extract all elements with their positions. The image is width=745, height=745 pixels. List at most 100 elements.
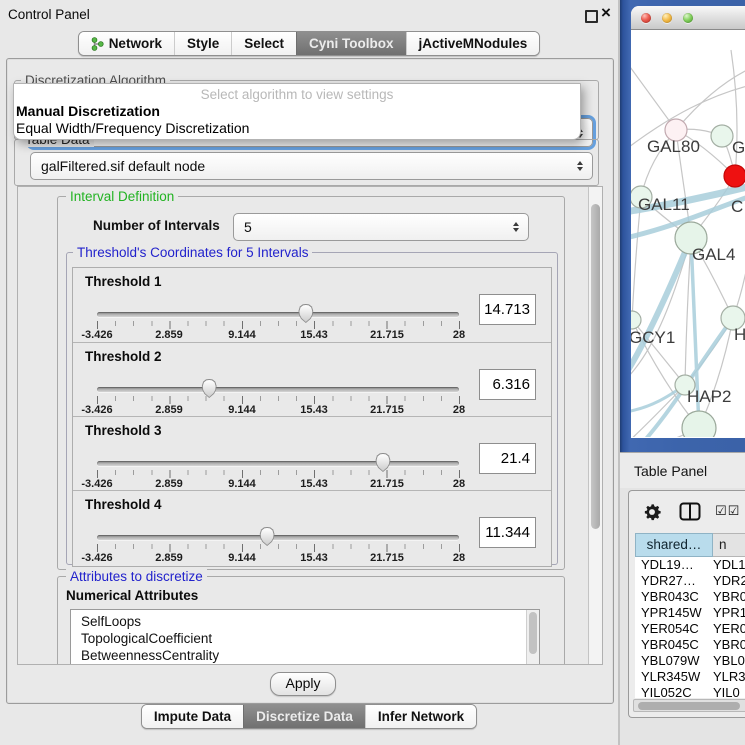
dropdown-option-equal-width[interactable]: Equal Width/Frequency Discretization <box>16 120 249 136</box>
tick-label: 15.43 <box>300 329 328 341</box>
threshold-4-value-field[interactable]: 11.344 <box>479 517 536 548</box>
threshold-rows: Threshold 1 -3.426 2.859 9.144 15.43 21.… <box>72 267 552 567</box>
tab-cyni-toolbox[interactable]: Cyni Toolbox <box>296 32 406 55</box>
interval-definition-title: Interval Definition <box>66 189 178 204</box>
numerical-attributes-list: SelfLoops TopologicalCoefficient Between… <box>70 609 540 665</box>
dropdown-option-manual[interactable]: Manual Discretization <box>16 103 160 119</box>
table-data-combobox[interactable]: galFiltered.sif default node <box>30 152 593 180</box>
network-canvas[interactable]: GAL80 G GAL11 GAL4 C GCY1 H HAP2 <box>631 30 745 437</box>
tick-label: 2.859 <box>155 552 183 564</box>
threshold-row-4: Threshold 4 -3.426 2.859 9.144 15.43 21.… <box>73 490 551 564</box>
tab-network-label: Network <box>109 36 162 51</box>
combo-stepper-icon <box>577 161 583 171</box>
settings-scrollbar-thumb[interactable] <box>591 204 600 529</box>
tab-impute-data[interactable]: Impute Data <box>142 705 243 728</box>
tab-style[interactable]: Style <box>174 32 231 55</box>
threshold-3-value-field[interactable]: 21.4 <box>479 443 536 474</box>
node-label-gal4: GAL4 <box>692 245 735 264</box>
tick-label: 21.715 <box>370 329 404 341</box>
threshold-row-2: Threshold 2 -3.426 2.859 9.144 15.43 21.… <box>73 342 551 416</box>
threshold-2-label: Threshold 2 <box>85 349 162 364</box>
tab-jactivemnodules[interactable]: jActiveMNodules <box>406 32 540 55</box>
tab-infer-network[interactable]: Infer Network <box>365 705 476 728</box>
node-highlighted <box>724 165 745 187</box>
tick-label: 21.715 <box>370 552 404 564</box>
network-icon <box>91 37 104 51</box>
table-row[interactable]: YBR043CYBR0 <box>635 589 745 605</box>
tick-label: 2.859 <box>155 329 183 341</box>
node-label-h: H <box>734 325 745 344</box>
tick-label: 28 <box>453 404 465 416</box>
table-data-groupbox: Table Data galFiltered.sif default node <box>14 139 599 186</box>
tick-label: 28 <box>453 478 465 490</box>
table-horizontal-scrollbar[interactable] <box>633 699 745 712</box>
threshold-4-slider[interactable] <box>97 535 459 540</box>
tab-network[interactable]: Network <box>79 32 174 55</box>
attributes-groupbox: Attributes to discretize Numerical Attri… <box>57 576 565 665</box>
number-of-intervals-combobox[interactable]: 5 <box>233 213 529 241</box>
gear-icon[interactable] <box>641 501 663 528</box>
threshold-2-value-field[interactable]: 6.316 <box>479 369 536 400</box>
threshold-4-label: Threshold 4 <box>85 497 162 512</box>
list-item-topologicalcoefficient[interactable]: TopologicalCoefficient <box>71 630 539 647</box>
table-row[interactable]: YBR045CYBR0 <box>635 637 745 653</box>
node-label-c: C <box>731 197 743 216</box>
tick-label: 21.715 <box>370 478 404 490</box>
threshold-1-slider[interactable] <box>97 312 459 317</box>
node <box>682 411 716 437</box>
column-header-name[interactable]: n <box>713 533 745 557</box>
close-traffic-light-icon[interactable] <box>641 13 651 23</box>
table-row[interactable]: YDL19…YDL1 <box>635 557 745 573</box>
tab-select[interactable]: Select <box>231 32 296 55</box>
number-of-intervals-value: 5 <box>244 219 252 235</box>
node-label-hap2: HAP2 <box>687 387 731 406</box>
attributes-title: Attributes to discretize <box>66 569 207 584</box>
close-icon[interactable]: × <box>601 3 611 23</box>
settings-scrollbar[interactable] <box>588 187 602 664</box>
cyni-toolbox-panel: Discretization Algorithm Select algorith… <box>6 58 614 704</box>
node-label-gal80: GAL80 <box>647 137 700 156</box>
tick-label: 21.715 <box>370 404 404 416</box>
checkbox-pair-icon[interactable]: ☑☑ <box>715 504 740 519</box>
interval-definition-groupbox: Interval Definition Number of Intervals … <box>57 196 565 570</box>
tab-discretize-data[interactable]: Discretize Data <box>243 705 365 728</box>
slider-ticks <box>97 544 460 552</box>
table-header: shared… n <box>635 533 745 557</box>
zoom-traffic-light-icon[interactable] <box>683 13 693 23</box>
list-scrollbar[interactable] <box>526 610 539 665</box>
panel-title: Control Panel <box>8 7 90 22</box>
float-window-icon[interactable] <box>585 10 598 23</box>
tick-label: -3.426 <box>81 329 112 341</box>
algorithm-dropdown-popup: Select algorithm to view settings Manual… <box>13 83 581 140</box>
tick-label: 28 <box>453 552 465 564</box>
table-row[interactable]: YPR145WYPR1 <box>635 605 745 621</box>
split-column-icon[interactable] <box>679 502 701 526</box>
slider-ticks <box>97 321 460 329</box>
table-row[interactable]: YDR27…YDR2 <box>635 573 745 589</box>
tick-label: 15.43 <box>300 478 328 490</box>
number-of-intervals-label: Number of Intervals <box>93 218 220 233</box>
list-item-selfloops[interactable]: SelfLoops <box>71 613 539 630</box>
column-header-shared-name[interactable]: shared… <box>635 533 713 557</box>
tick-label: -3.426 <box>81 478 112 490</box>
threshold-2-slider[interactable] <box>97 387 459 392</box>
apply-button[interactable]: Apply <box>270 672 336 696</box>
node-label-gal11: GAL11 <box>638 195 690 214</box>
threshold-row-1: Threshold 1 -3.426 2.859 9.144 15.43 21.… <box>73 268 551 342</box>
table-row[interactable]: YLR345WYLR3 <box>635 669 745 685</box>
list-item-betweennesscentrality[interactable]: BetweennessCentrality <box>71 647 539 664</box>
list-scrollbar-thumb[interactable] <box>529 612 537 654</box>
minimize-traffic-light-icon[interactable] <box>662 13 672 23</box>
tick-label: 2.859 <box>155 404 183 416</box>
threshold-1-value-field[interactable]: 14.713 <box>479 294 536 325</box>
dropdown-prompt: Select algorithm to view settings <box>14 87 580 102</box>
table-row[interactable]: YBL079WYBL0 <box>635 653 745 669</box>
control-panel: Control Panel × Network Style Select Cyn… <box>0 0 618 745</box>
numerical-attributes-label: Numerical Attributes <box>66 588 198 603</box>
network-window-titlebar[interactable] <box>631 6 745 30</box>
threshold-3-slider[interactable] <box>97 461 459 466</box>
table-horizontal-scrollbar-thumb[interactable] <box>638 702 740 710</box>
table-row[interactable]: YIL052CYIL0 <box>635 685 745 698</box>
table-row[interactable]: YER054CYER0 <box>635 621 745 637</box>
tick-label: 9.144 <box>228 329 256 341</box>
